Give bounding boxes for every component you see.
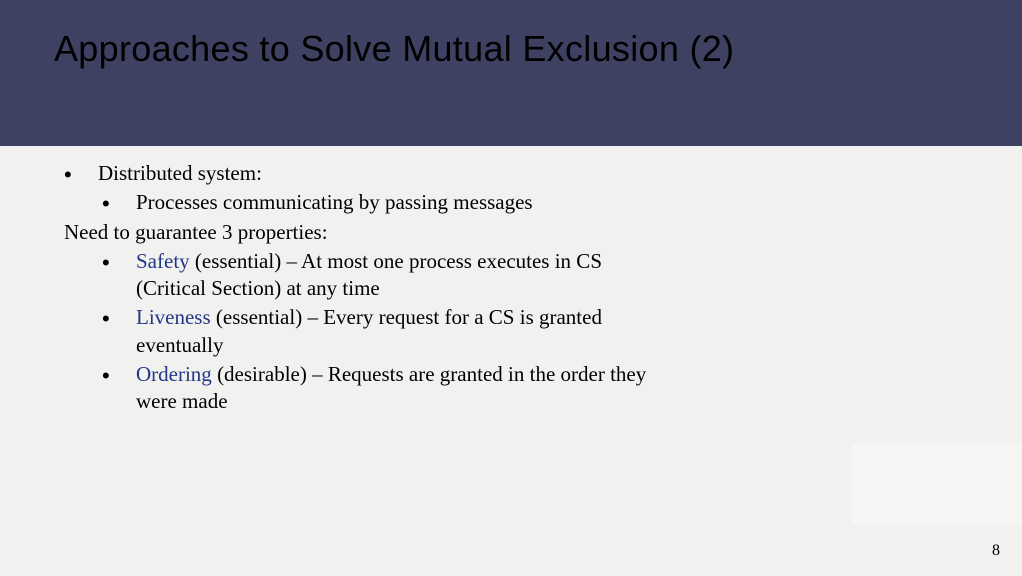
property-term: Liveness	[136, 305, 211, 329]
bullet-row: • Distributed system:	[64, 160, 664, 187]
bullet-icon: •	[102, 304, 136, 330]
slide-title: Approaches to Solve Mutual Exclusion (2)	[54, 28, 734, 70]
slide: Approaches to Solve Mutual Exclusion (2)…	[0, 0, 1022, 576]
property-desc: (essential) – At most one process execut…	[136, 249, 602, 300]
page-number: 8	[992, 542, 1000, 560]
title-band	[0, 0, 1022, 146]
bullet-text: Distributed system:	[98, 160, 664, 187]
property-term: Safety	[136, 249, 190, 273]
bullet-icon: •	[102, 189, 136, 215]
bullet-row: • Processes communicating by passing mes…	[102, 189, 664, 216]
slide-body: • Distributed system: • Processes commun…	[64, 160, 664, 418]
body-text: Need to guarantee 3 properties:	[64, 219, 664, 246]
bullet-row: • Liveness (essential) – Every request f…	[102, 304, 664, 359]
bullet-row: • Safety (essential) – At most one proce…	[102, 248, 664, 303]
bullet-text: Ordering (desirable) – Requests are gran…	[136, 361, 664, 416]
body-line: Need to guarantee 3 properties:	[64, 219, 664, 246]
bullet-text: Safety (essential) – At most one process…	[136, 248, 664, 303]
bullet-text: Liveness (essential) – Every request for…	[136, 304, 664, 359]
bullet-icon: •	[102, 361, 136, 387]
bullet-icon: •	[102, 248, 136, 274]
bullet-row: • Ordering (desirable) – Requests are gr…	[102, 361, 664, 416]
property-desc: (desirable) – Requests are granted in th…	[136, 362, 646, 413]
decorative-patch	[852, 444, 1022, 524]
bullet-icon: •	[64, 160, 98, 186]
bullet-text: Processes communicating by passing messa…	[136, 189, 664, 216]
property-term: Ordering	[136, 362, 212, 386]
